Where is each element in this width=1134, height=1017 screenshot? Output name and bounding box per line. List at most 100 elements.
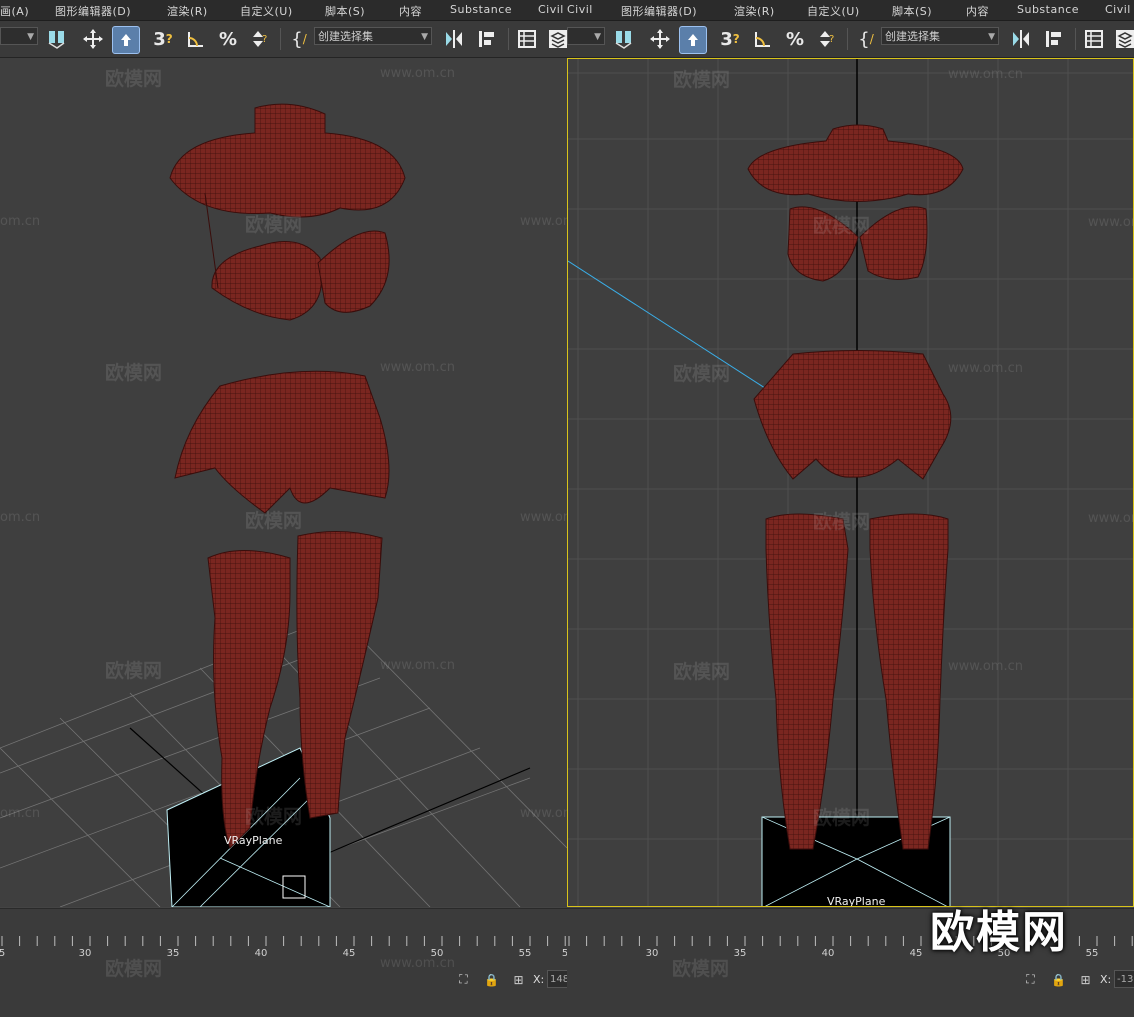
- bra-right-cup[interactable]: [859, 206, 928, 280]
- main-toolbar: ▼ 3? % ? {/ 创建选择集 ▼: [0, 21, 567, 58]
- tick-label: 50: [430, 948, 444, 959]
- chevron-down-icon: ▼: [988, 32, 995, 42]
- garter-skirt-mesh[interactable]: [174, 370, 390, 514]
- lock-icon[interactable]: 🔒: [484, 972, 499, 987]
- snap-toggle-icon[interactable]: [44, 26, 70, 52]
- toolbar-separator: [280, 28, 281, 50]
- toolbar-separator: [847, 28, 848, 50]
- angle-snap-icon[interactable]: [183, 26, 209, 52]
- selection-isolate-icon[interactable]: ⛶: [1023, 972, 1038, 987]
- mirror-icon[interactable]: [1008, 26, 1034, 52]
- menu-item-graph-editors[interactable]: 图形编辑器(D): [55, 3, 131, 19]
- object-label: VRayPlane: [827, 895, 886, 907]
- tick-label: 55: [518, 948, 532, 959]
- menu-item-civil-view[interactable]: Civil: [567, 3, 593, 16]
- snaps-3d-icon[interactable]: 3?: [717, 26, 743, 52]
- move-icon[interactable]: [647, 26, 673, 52]
- selection-set-dropdown[interactable]: 创建选择集 ▼: [314, 27, 432, 45]
- front-scene: [568, 59, 1133, 906]
- edit-named-selection-icon[interactable]: {/: [286, 26, 312, 52]
- menu-item-content[interactable]: 内容: [966, 3, 989, 19]
- tick-label: 35: [166, 948, 180, 959]
- menu-item-graph-editors[interactable]: 图形编辑器(D): [621, 3, 697, 19]
- right-stocking-mesh[interactable]: [296, 531, 383, 819]
- mirror-icon[interactable]: [441, 26, 467, 52]
- bra-right-cup[interactable]: [317, 230, 390, 313]
- scene-explorer-icon[interactable]: [1081, 26, 1107, 52]
- menu-bar: Civil 图形编辑器(D) 渲染(R) 自定义(U) 脚本(S) 内容 Sub…: [567, 0, 1134, 21]
- named-selection-dropdown[interactable]: ▼: [567, 27, 605, 45]
- tick-label: 45: [342, 948, 356, 959]
- status-bar: 欧模网 www.om.cn ⛶ 🔒 ⊞ X: 148: [0, 956, 567, 1017]
- right-screen-capture: Civil 图形编辑器(D) 渲染(R) 自定义(U) 脚本(S) 内容 Sub…: [567, 0, 1134, 1017]
- x-coord-label: X:: [533, 973, 545, 986]
- spinner-snap-icon[interactable]: ?: [246, 26, 272, 52]
- ruffle-top-mesh[interactable]: [169, 103, 406, 218]
- x-coord-label: X:: [1100, 973, 1112, 986]
- menu-bar: 画(A) 图形编辑器(D) 渲染(R) 自定义(U) 脚本(S) 内容 Subs…: [0, 0, 567, 21]
- lock-icon[interactable]: 🔒: [1051, 972, 1066, 987]
- menu-item-rendering[interactable]: 渲染(R): [167, 3, 208, 19]
- absolute-mode-icon[interactable]: ⊞: [511, 972, 526, 987]
- toolbar-separator: [1075, 28, 1076, 50]
- menu-item-civil[interactable]: Civil: [538, 3, 564, 16]
- absolute-mode-icon[interactable]: ⊞: [1078, 972, 1093, 987]
- menu-item-substance[interactable]: Substance: [450, 3, 512, 16]
- layer-explorer-icon[interactable]: [1112, 26, 1134, 52]
- menu-item-customize[interactable]: 自定义(U): [240, 3, 293, 19]
- svg-text:?: ?: [262, 34, 267, 45]
- left-stocking-mesh[interactable]: [765, 513, 849, 850]
- scene-explorer-icon[interactable]: [514, 26, 540, 52]
- status-bar: 欧模网 ⛶ 🔒 ⊞ X: -13: [567, 958, 1134, 1017]
- x-coord-field[interactable]: -13: [1114, 970, 1134, 988]
- chevron-down-icon: ▼: [594, 32, 601, 42]
- ruffle-top-mesh[interactable]: [747, 124, 964, 202]
- tick-label: 45: [909, 948, 923, 959]
- percent-snap-icon[interactable]: %: [215, 26, 241, 52]
- tick-label: 35: [733, 948, 747, 959]
- selection-set-dropdown[interactable]: 创建选择集 ▼: [881, 27, 999, 45]
- tick-label: 40: [254, 948, 268, 959]
- menu-item-content[interactable]: 内容: [399, 3, 422, 19]
- edit-named-selection-icon[interactable]: {/: [853, 26, 879, 52]
- perspective-scene: [0, 103, 567, 907]
- tick-label: 40: [821, 948, 835, 959]
- perspective-viewport[interactable]: 欧模网 www.om.cn om.cn 欧模网 www.om.cn 欧模网 ww…: [0, 58, 567, 907]
- selection-isolate-icon[interactable]: ⛶: [456, 972, 471, 987]
- align-icon[interactable]: [474, 26, 500, 52]
- left-screen-capture: 画(A) 图形编辑器(D) 渲染(R) 自定义(U) 脚本(S) 内容 Subs…: [0, 0, 567, 1017]
- select-object-icon[interactable]: [679, 26, 707, 54]
- tick-label: 5: [0, 948, 6, 959]
- menu-item-rendering[interactable]: 渲染(R): [734, 3, 775, 19]
- track-bar[interactable]: 5 30 35 40 45 50 55 5: [0, 908, 567, 961]
- select-object-icon[interactable]: [112, 26, 140, 54]
- menu-item-scripting[interactable]: 脚本(S): [892, 3, 932, 19]
- align-icon[interactable]: [1041, 26, 1067, 52]
- menu-item-substance[interactable]: Substance: [1017, 3, 1079, 16]
- menu-item-animation[interactable]: 画(A): [0, 3, 29, 19]
- angle-snap-icon[interactable]: [750, 26, 776, 52]
- spinner-snap-icon[interactable]: ?: [813, 26, 839, 52]
- x-coord-field[interactable]: 148: [547, 970, 567, 988]
- watermark-logo: 欧模网: [930, 907, 1068, 958]
- move-icon[interactable]: [80, 26, 106, 52]
- percent-snap-icon[interactable]: %: [782, 26, 808, 52]
- toolbar-separator: [508, 28, 509, 50]
- right-stocking-mesh[interactable]: [869, 513, 949, 850]
- main-toolbar: ▼ 3? % ? {/ 创建选择集 ▼: [567, 21, 1134, 58]
- tick-label: 55: [1085, 948, 1099, 959]
- menu-item-civil[interactable]: Civil: [1105, 3, 1131, 16]
- svg-text:?: ?: [829, 34, 834, 45]
- menu-item-scripting[interactable]: 脚本(S): [325, 3, 365, 19]
- bra-left-cup[interactable]: [787, 206, 859, 282]
- named-selection-dropdown[interactable]: ▼: [0, 27, 38, 45]
- tick-label: 30: [78, 948, 92, 959]
- layer-explorer-icon[interactable]: [545, 26, 567, 52]
- snap-toggle-icon[interactable]: [611, 26, 637, 52]
- chevron-down-icon: ▼: [421, 32, 428, 42]
- front-viewport[interactable]: 欧模网 www.om.cn 欧模网 www.om.cn 欧模网 www.om.c…: [567, 58, 1134, 907]
- garter-skirt-mesh[interactable]: [753, 350, 952, 480]
- snaps-3d-icon[interactable]: 3?: [150, 26, 176, 52]
- timeline-ruler: [1, 936, 566, 946]
- menu-item-customize[interactable]: 自定义(U): [807, 3, 860, 19]
